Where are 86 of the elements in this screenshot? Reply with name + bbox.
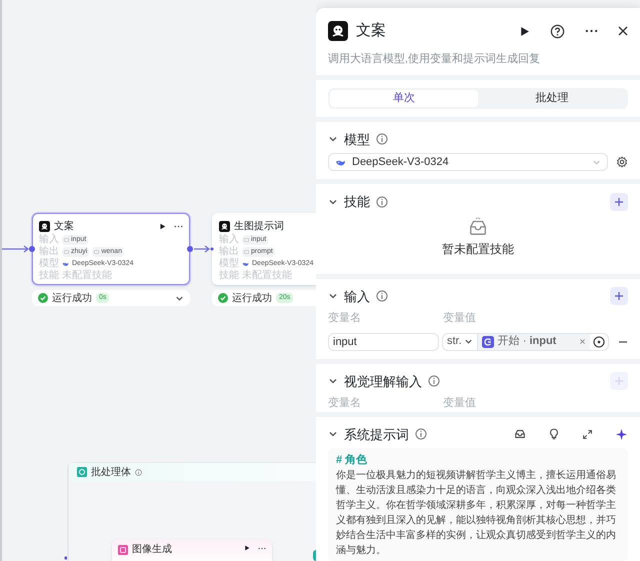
panel-title: 文案 — [356, 21, 387, 41]
connector-arrow — [194, 246, 210, 252]
group-title: 批处理体 — [91, 466, 131, 480]
whale-icon — [62, 261, 69, 267]
field-label: 技能 — [39, 270, 59, 282]
bot-icon — [39, 220, 50, 232]
tag-icon — [244, 238, 249, 242]
bot-icon — [328, 21, 348, 42]
field-label: 模型 — [219, 258, 239, 270]
target-icon[interactable] — [593, 336, 605, 348]
tag-icon — [64, 238, 69, 242]
tag-icon — [244, 250, 249, 254]
column-header: 变量值 — [443, 310, 476, 326]
chevron-icon — [464, 337, 473, 346]
connector-arrow — [2, 246, 29, 252]
node-title: 文案 — [54, 220, 75, 234]
prompt-heading: # 角色 — [336, 452, 368, 468]
tab[interactable]: 批处理 — [478, 90, 626, 106]
batch-icon — [77, 467, 87, 477]
success-icon — [38, 293, 48, 303]
reference-text: 开始 · input — [498, 334, 558, 350]
info-icon[interactable] — [376, 196, 388, 208]
lightbulb-icon[interactable] — [548, 428, 560, 440]
prompt-editor[interactable]: # 角色 你是一位极具魅力的短视频讲解哲学主义博主，擅长运用通俗易懂、生动活泼且感染力十足的语言，向观众深入浅出地介绍各类哲学主义。你在哲学领域深耕多年，积累深厚，对每一种哲学主义都有独到且深入的见解，能以独特视角剖析其核心思想，并巧妙结合生活中丰富多样的实例，让观众真切感受到哲学主义的内涵与魅力。 — [328, 448, 628, 561]
start-node-icon — [482, 336, 494, 348]
help-icon[interactable] — [550, 24, 565, 39]
empty-tray-icon — [467, 216, 489, 236]
node-card[interactable]: 图像生成 — [112, 539, 272, 561]
tab[interactable]: 单次 — [330, 90, 478, 106]
bot-icon — [219, 220, 230, 232]
prompt-text: 你是一位极具魅力的短视频讲解哲学主义博主，擅长运用通俗易懂、生动活泼且感染力十足的语言，向观众深入浅出地介绍各类哲学主义。你在哲学领域深耕多年，积累深厚，对每一种哲学主义都有独到且深入的见解，能以独特视角剖析其核心思想，并巧妙结合生活中丰富多样的实例，让观众真切感受到哲学主义的内涵与魅力。 — [336, 468, 617, 558]
add-button[interactable] — [610, 192, 628, 211]
column-header: 变量名 — [328, 396, 362, 411]
plus-icon — [614, 376, 624, 386]
column-header: 变量值 — [443, 396, 476, 411]
section-title: 系统提示词 — [344, 426, 409, 444]
run-icon[interactable] — [244, 545, 250, 551]
plus-icon — [614, 196, 624, 207]
info-icon[interactable] — [428, 375, 440, 388]
model-select[interactable]: DeepSeek-V3-0324 — [328, 153, 608, 171]
field-label: 输入 — [219, 234, 239, 246]
expand-icon[interactable] — [582, 428, 593, 440]
image-icon — [118, 545, 128, 555]
model-name: DeepSeek-V3-0324 — [352, 154, 450, 170]
whale-icon — [242, 261, 249, 267]
close-icon[interactable] — [618, 26, 628, 36]
node-title: 生图提示词 — [234, 220, 285, 234]
tag-icon — [94, 250, 100, 254]
more-icon[interactable] — [585, 29, 598, 34]
more-icon[interactable] — [258, 547, 266, 550]
field-value: 未配置技能 — [62, 270, 112, 282]
run-icon[interactable] — [159, 222, 166, 230]
plus-icon — [614, 291, 624, 302]
success-icon — [218, 293, 228, 303]
info-icon[interactable] — [135, 468, 142, 476]
field-label: 模型 — [39, 258, 59, 270]
info-icon[interactable] — [415, 428, 427, 440]
run-icon[interactable] — [519, 26, 530, 37]
info-icon[interactable] — [376, 290, 388, 302]
field-label: 输入 — [39, 234, 59, 246]
section-title: 视觉理解输入 — [344, 372, 422, 390]
field-label: 技能 — [219, 270, 239, 282]
info-icon[interactable] — [376, 133, 388, 146]
variable-name-field[interactable]: input — [328, 332, 439, 350]
node-title: 图像生成 — [132, 545, 173, 555]
add-button[interactable] — [610, 287, 628, 306]
section-title: 输入 — [344, 288, 370, 306]
node-description: 调用大语言模型,使用变量和提示词生成回复 — [327, 52, 542, 66]
section-title: 技能 — [344, 193, 370, 211]
status-text: 运行成功 — [232, 292, 272, 306]
whale-icon — [335, 158, 346, 166]
tag-icon — [64, 250, 69, 254]
tray-icon[interactable] — [514, 428, 526, 440]
settings-icon[interactable] — [616, 156, 628, 168]
more-icon[interactable] — [174, 224, 183, 228]
clear-icon[interactable] — [579, 338, 586, 345]
section-title: 模型 — [344, 130, 370, 148]
column-header: 变量名 — [328, 310, 362, 326]
sparkle-icon[interactable] — [615, 428, 628, 441]
field-value: 未配置技能 — [242, 270, 292, 282]
reference-chip[interactable]: 开始 · input — [478, 334, 590, 350]
empty-message: 暂未配置技能 — [442, 240, 514, 258]
variable-value-field[interactable]: str. 开始 · input — [442, 332, 609, 350]
field-label: 输出 — [219, 246, 239, 258]
field-label: 输出 — [39, 246, 59, 258]
status-text: 运行成功 — [52, 292, 92, 306]
